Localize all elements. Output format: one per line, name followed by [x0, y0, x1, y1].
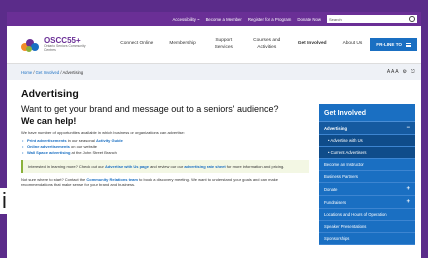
sidebar-item-fundraisers[interactable]: Fundraisers +: [319, 196, 415, 209]
become-member-link[interactable]: Become a Member: [206, 17, 242, 22]
settings-icon[interactable]: ⚙: [403, 69, 407, 75]
web-page: Accessibility ~ Become a Member Register…: [7, 12, 421, 258]
advertising-options-list: Print advertisements in our seasonal Act…: [21, 138, 309, 156]
breadcrumb-current: Advertising: [62, 69, 84, 75]
breadcrumb-get-involved[interactable]: Get Involved: [36, 70, 60, 75]
share-icon[interactable]: ⎋: [411, 69, 415, 75]
community-relations-link[interactable]: Community Relations team: [86, 177, 138, 182]
expand-icon: +: [406, 186, 410, 192]
sidebar-item-advertising[interactable]: Advertising −: [319, 122, 415, 135]
sidebar-item-speaker-presentations[interactable]: Speaker Presentations: [319, 221, 415, 233]
sidebar-item-current-advertisers[interactable]: • Current Advertisers: [319, 147, 415, 159]
background-frame-right: [421, 0, 428, 258]
utility-bar: Accessibility ~ Become a Member Register…: [7, 12, 421, 26]
site-logo[interactable]: OSCC55+ Ontario Seniors Community Centre…: [21, 36, 98, 52]
collapse-icon: −: [406, 125, 410, 131]
accessibility-link[interactable]: Accessibility ~: [172, 17, 199, 22]
sidebar-item-donate[interactable]: Donate +: [319, 183, 415, 196]
text-size-control[interactable]: A A A: [387, 69, 399, 75]
info-notice: Interested in learning more? Check out o…: [21, 160, 309, 174]
sidebar: Get Involved Advertising − • Advertise wi…: [319, 104, 415, 245]
advertise-with-us-link[interactable]: Advertise with Us page: [105, 164, 149, 169]
intro-text: We have number of opportunities availabl…: [21, 129, 185, 135]
register-program-link[interactable]: Register for a Program: [248, 17, 291, 22]
sidebar-item-business-partners[interactable]: Business Partners: [319, 171, 415, 183]
page-title: Advertising: [21, 88, 79, 100]
sidebar-item-advertise-with-us[interactable]: • Advertise with Us: [319, 135, 415, 147]
donate-now-link[interactable]: Donate Now: [297, 17, 321, 22]
nav-get-involved[interactable]: Get Involved: [290, 41, 335, 47]
nav-about-us[interactable]: About Us: [335, 41, 371, 47]
background-frame-left: [0, 0, 7, 258]
fr-line-button[interactable]: FR-LINE TO: [370, 38, 417, 51]
page-headline: Want to get your brand and message out t…: [21, 104, 279, 114]
search-input[interactable]: Search: [327, 15, 417, 23]
menu-icon: [406, 42, 411, 47]
breadcrumb-home[interactable]: Home: [21, 70, 32, 75]
sidebar-item-become-instructor[interactable]: Become an Instructor: [319, 159, 415, 171]
main-navigation: OSCC55+ Ontario Seniors Community Centre…: [7, 26, 421, 64]
closing-text: Not sure where to start? Contact the Com…: [21, 177, 278, 188]
nav-courses-activities[interactable]: Courses and Activities: [244, 38, 290, 50]
breadcrumb-bar: Home / Get Involved / Advertising A A A …: [7, 64, 421, 80]
page-tools: A A A ⚙ ⎋: [387, 69, 415, 75]
sidebar-item-sponsorships[interactable]: Sponsorships: [319, 233, 415, 245]
expand-icon: +: [406, 199, 410, 205]
page-subhead: We can help!: [21, 115, 77, 126]
fr-line-label: FR-LINE TO: [376, 42, 402, 47]
nav-connect-online[interactable]: Connect Online: [112, 41, 161, 47]
logo-subtitle: Ontario Seniors Community Centres: [43, 44, 86, 52]
nav-support-services[interactable]: Support Services: [204, 38, 244, 50]
sidebar-title[interactable]: Get Involved: [319, 104, 415, 122]
main-content: Advertising Want to get your brand and m…: [21, 88, 309, 245]
search-placeholder: Search: [329, 16, 342, 22]
search-icon[interactable]: [409, 16, 415, 22]
logo-mark-icon: [21, 37, 41, 53]
rate-sheet-link[interactable]: advertising rate sheet: [184, 164, 225, 169]
breadcrumb: Home / Get Involved / Advertising: [21, 69, 84, 75]
sidebar-item-locations[interactable]: Locations and Hours of Operation: [319, 209, 415, 221]
list-item: Wall Space advertising at the John Stree…: [21, 150, 309, 156]
nav-membership[interactable]: Membership: [161, 41, 203, 47]
